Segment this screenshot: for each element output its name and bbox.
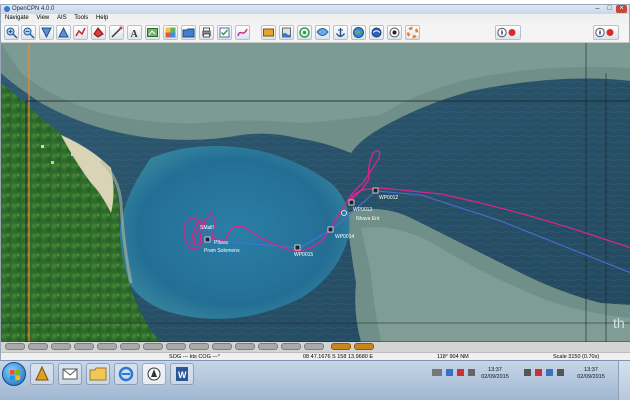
clock-right[interactable]: 13:37 02/09/2015 xyxy=(574,367,608,381)
explorer-folder-icon[interactable] xyxy=(86,363,110,385)
scale-in-icon[interactable] xyxy=(39,25,54,40)
winamp-icon[interactable] xyxy=(30,363,54,385)
piano-key[interactable] xyxy=(166,343,186,350)
opencpn-icon[interactable] xyxy=(142,363,166,385)
ais-icon[interactable] xyxy=(315,25,330,40)
print-icon[interactable] xyxy=(199,25,214,40)
clock-date: 02/09/2015 xyxy=(481,374,509,380)
tray-app-icon[interactable] xyxy=(546,369,553,376)
scale-out-icon[interactable] xyxy=(56,25,71,40)
svg-text:W: W xyxy=(178,370,187,380)
taskbar: W 13:37 02/09/2015 13:37 02/09/2015 xyxy=(0,360,630,400)
toolbar: A xyxy=(1,23,629,43)
anchor-icon[interactable] xyxy=(333,25,348,40)
ie-icon[interactable] xyxy=(114,363,138,385)
network-icon[interactable] xyxy=(432,369,442,376)
piano-key[interactable] xyxy=(212,343,232,350)
clock-time: 13:37 xyxy=(584,367,598,373)
zoom-out-icon[interactable] xyxy=(21,25,36,40)
tray-app-icon[interactable] xyxy=(457,369,464,376)
chart-piano-bar xyxy=(1,342,630,352)
satellite-chart xyxy=(1,43,630,342)
clock-time: 13:37 xyxy=(488,367,502,373)
tray-app-icon[interactable] xyxy=(524,369,531,376)
piano-key[interactable] xyxy=(97,343,117,350)
volume-icon[interactable] xyxy=(468,369,475,376)
window-title: OpenCPN 4.0.0 xyxy=(12,6,55,12)
piano-key[interactable] xyxy=(235,343,255,350)
clock-date: 02/09/2015 xyxy=(577,374,605,380)
route-icon[interactable] xyxy=(73,25,88,40)
tide-icon[interactable] xyxy=(279,25,294,40)
compass-right-icon[interactable] xyxy=(593,25,619,40)
waypoint-label-wp0012: WP0012 xyxy=(379,195,399,201)
folder-icon[interactable] xyxy=(181,25,196,40)
waypoint-label-wp0015: WP0015 xyxy=(294,252,314,258)
mail-icon[interactable] xyxy=(58,363,82,385)
quilt-icon[interactable] xyxy=(163,25,178,40)
menu-navigate[interactable]: Navigate xyxy=(5,14,29,23)
opencpn-window: OpenCPN 4.0.0 – □ × Navigate View AIS To… xyxy=(0,4,630,361)
word-icon[interactable]: W xyxy=(170,363,194,385)
piano-key[interactable] xyxy=(189,343,209,350)
svg-text:A: A xyxy=(131,29,139,39)
show-desktop-button[interactable] xyxy=(618,361,630,400)
close-icon[interactable]: × xyxy=(616,5,627,13)
waypoint-label-pram-solomons: Pram Solomons xyxy=(204,248,240,254)
tray-app-icon[interactable] xyxy=(446,369,453,376)
piano-key[interactable] xyxy=(258,343,278,350)
track-icon[interactable] xyxy=(235,25,250,40)
waypoint-label-wp0013: WP0013 xyxy=(353,207,373,213)
menu-view[interactable]: View xyxy=(36,14,49,23)
piano-key-selected[interactable] xyxy=(354,343,374,350)
ais-target-icon[interactable] xyxy=(387,25,402,40)
chart-canvas[interactable]: SMall! Pflava Pram Solomons WP0015 WP001… xyxy=(1,43,630,342)
waypoint-label-nhava-ent: Nhava Ent xyxy=(356,216,380,222)
piano-key[interactable] xyxy=(5,343,25,350)
compass-left-icon[interactable] xyxy=(495,25,521,40)
text-icon[interactable]: A xyxy=(127,25,142,40)
piano-key[interactable] xyxy=(281,343,301,350)
clock-left[interactable]: 13:37 02/09/2015 xyxy=(480,367,510,381)
color-scheme-icon[interactable] xyxy=(261,25,276,40)
route-manager-icon[interactable] xyxy=(217,25,232,40)
start-orb-icon[interactable] xyxy=(2,362,26,386)
tray-app-icon[interactable] xyxy=(535,369,542,376)
ship-icon[interactable] xyxy=(91,25,106,40)
menu-ais[interactable]: AIS xyxy=(57,14,67,23)
measure-icon[interactable] xyxy=(109,25,124,40)
piano-key[interactable] xyxy=(304,343,324,350)
zoom-in-icon[interactable] xyxy=(4,25,19,40)
piano-key[interactable] xyxy=(143,343,163,350)
lifebuoy-icon[interactable] xyxy=(405,25,420,40)
maximize-icon[interactable]: □ xyxy=(604,5,615,13)
settings-icon[interactable] xyxy=(369,25,384,40)
app-icon xyxy=(4,6,10,12)
waypoint-label-wp0014: WP0014 xyxy=(335,234,355,240)
title-bar[interactable]: OpenCPN 4.0.0 – □ × xyxy=(1,5,629,14)
volume-icon[interactable] xyxy=(557,369,564,376)
waypoint-label-pflava: Pflava xyxy=(214,240,228,246)
piano-key[interactable] xyxy=(51,343,71,350)
menu-tools[interactable]: Tools xyxy=(74,14,88,23)
waypoint-label-small: SMall! xyxy=(200,225,214,231)
chart-toggle-icon[interactable] xyxy=(145,25,160,40)
screen: OpenCPN 4.0.0 – □ × Navigate View AIS To… xyxy=(0,0,630,400)
globe-icon[interactable] xyxy=(351,25,366,40)
minimize-icon[interactable]: – xyxy=(592,5,603,13)
piano-key-selected[interactable] xyxy=(331,343,351,350)
chart-watermark: th xyxy=(613,315,625,331)
piano-key[interactable] xyxy=(74,343,94,350)
menu-bar: Navigate View AIS Tools Help xyxy=(1,14,629,23)
piano-key[interactable] xyxy=(28,343,48,350)
menu-help[interactable]: Help xyxy=(96,14,108,23)
current-icon[interactable] xyxy=(297,25,312,40)
piano-key[interactable] xyxy=(120,343,140,350)
